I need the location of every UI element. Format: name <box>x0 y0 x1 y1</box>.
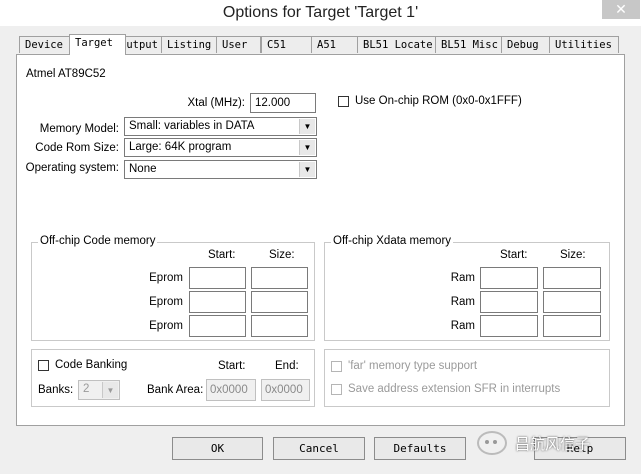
ram-size-input-3[interactable] <box>543 315 601 337</box>
eprom-start-input-1[interactable] <box>189 267 246 289</box>
eprom-label: Eprom <box>149 320 183 332</box>
ram-label: Ram <box>450 320 475 332</box>
offchip-code-group: Off-chip Code memory Start: Size: Eprom … <box>31 235 315 341</box>
ram-label: Ram <box>450 296 475 308</box>
code-rom-size-label: Code Rom Size: <box>35 142 119 154</box>
watermark-text: 昌航风信子 <box>515 435 591 453</box>
tab-strip: Device Target Output Listing User C51 A5… <box>14 34 622 55</box>
memory-model-select[interactable]: Small: variables in DATA ▼ <box>124 117 317 136</box>
code-rom-size-select[interactable]: Large: 64K program ▼ <box>124 138 317 157</box>
target-panel: Atmel AT89C52 Xtal (MHz): 12.000 Use On-… <box>16 54 625 426</box>
eprom-size-input-1[interactable] <box>251 267 308 289</box>
bank-area-start-input[interactable]: 0x0000 <box>206 379 256 401</box>
banks-value: 2 <box>83 383 90 395</box>
code-banking-checkbox[interactable] <box>38 360 49 371</box>
operating-system-value: None <box>129 163 157 175</box>
ram-start-input-1[interactable] <box>480 267 538 289</box>
tab-bl51-locate[interactable]: BL51 Locate <box>357 36 436 53</box>
memory-model-value: Small: variables in DATA <box>129 120 255 132</box>
onchip-rom-label: Use On-chip ROM (0x0-0x1FFF) <box>355 95 522 107</box>
device-name: Atmel AT89C52 <box>26 68 106 80</box>
ok-button[interactable]: OK <box>172 437 263 460</box>
save-sfr-label: Save address extension SFR in interrupts <box>348 383 561 395</box>
save-sfr-checkbox[interactable] <box>331 384 342 395</box>
wechat-logo-icon <box>477 431 507 455</box>
eprom-start-input-2[interactable] <box>189 291 246 313</box>
eprom-size-input-2[interactable] <box>251 291 308 313</box>
window-title: Options for Target 'Target 1' <box>222 4 419 21</box>
offchip-xdata-title: Off-chip Xdata memory <box>331 235 454 247</box>
offchip-code-start-header: Start: <box>208 249 236 261</box>
chevron-down-icon: ▼ <box>102 382 118 398</box>
tab-device[interactable]: Device <box>19 36 71 53</box>
tab-bl51-misc[interactable]: BL51 Misc <box>435 36 505 53</box>
tab-target[interactable]: Target <box>69 34 126 55</box>
tab-debug[interactable]: Debug <box>501 36 551 53</box>
tab-a51[interactable]: A51 <box>311 36 361 53</box>
watermark: 昌航风信子 <box>477 425 590 461</box>
banks-select[interactable]: 2 ▼ <box>78 380 120 400</box>
close-button[interactable]: ✕ <box>602 0 640 19</box>
xtal-input[interactable]: 12.000 <box>250 93 316 113</box>
tab-c51[interactable]: C51 <box>261 36 316 53</box>
bank-end-header: End: <box>275 360 299 372</box>
chevron-down-icon: ▼ <box>299 140 315 155</box>
tab-user[interactable]: User <box>216 36 261 53</box>
offchip-code-title: Off-chip Code memory <box>38 235 158 247</box>
eprom-label: Eprom <box>149 272 183 284</box>
ram-start-input-2[interactable] <box>480 291 538 313</box>
offchip-xdata-group: Off-chip Xdata memory Start: Size: Ram R… <box>324 235 610 341</box>
chevron-down-icon: ▼ <box>299 119 315 134</box>
banks-label: Banks: <box>38 384 74 396</box>
far-memory-group: 'far' memory type support Save address e… <box>324 349 610 407</box>
memory-model-label: Memory Model: <box>39 123 119 135</box>
code-banking-group: Code Banking Start: End: Banks: 2 ▼ Bank… <box>31 349 315 407</box>
cancel-button[interactable]: Cancel <box>273 437 365 460</box>
ram-size-input-2[interactable] <box>543 291 601 313</box>
bank-start-header: Start: <box>218 360 246 372</box>
close-icon: ✕ <box>615 1 627 17</box>
bank-area-label: Bank Area: <box>147 384 204 396</box>
offchip-xdata-size-header: Size: <box>560 249 586 261</box>
onchip-rom-checkbox[interactable] <box>338 96 349 107</box>
ram-label: Ram <box>450 272 475 284</box>
tab-utilities[interactable]: Utilities <box>549 36 619 53</box>
operating-system-select[interactable]: None ▼ <box>124 160 317 179</box>
far-memory-label: 'far' memory type support <box>348 360 478 372</box>
code-rom-size-value: Large: 64K program <box>129 141 232 153</box>
bank-area-end-input[interactable]: 0x0000 <box>261 379 310 401</box>
far-memory-checkbox[interactable] <box>331 361 342 372</box>
offchip-xdata-start-header: Start: <box>500 249 528 261</box>
eprom-label: Eprom <box>149 296 183 308</box>
chevron-down-icon: ▼ <box>299 162 315 177</box>
eprom-start-input-3[interactable] <box>189 315 246 337</box>
ram-start-input-3[interactable] <box>480 315 538 337</box>
ram-size-input-1[interactable] <box>543 267 601 289</box>
offchip-code-size-header: Size: <box>269 249 295 261</box>
operating-system-label: Operating system: <box>25 162 119 174</box>
defaults-button[interactable]: Defaults <box>374 437 466 460</box>
eprom-size-input-3[interactable] <box>251 315 308 337</box>
code-banking-label: Code Banking <box>55 359 128 371</box>
tab-listing[interactable]: Listing <box>161 36 221 53</box>
xtal-label: Xtal (MHz): <box>187 97 246 109</box>
